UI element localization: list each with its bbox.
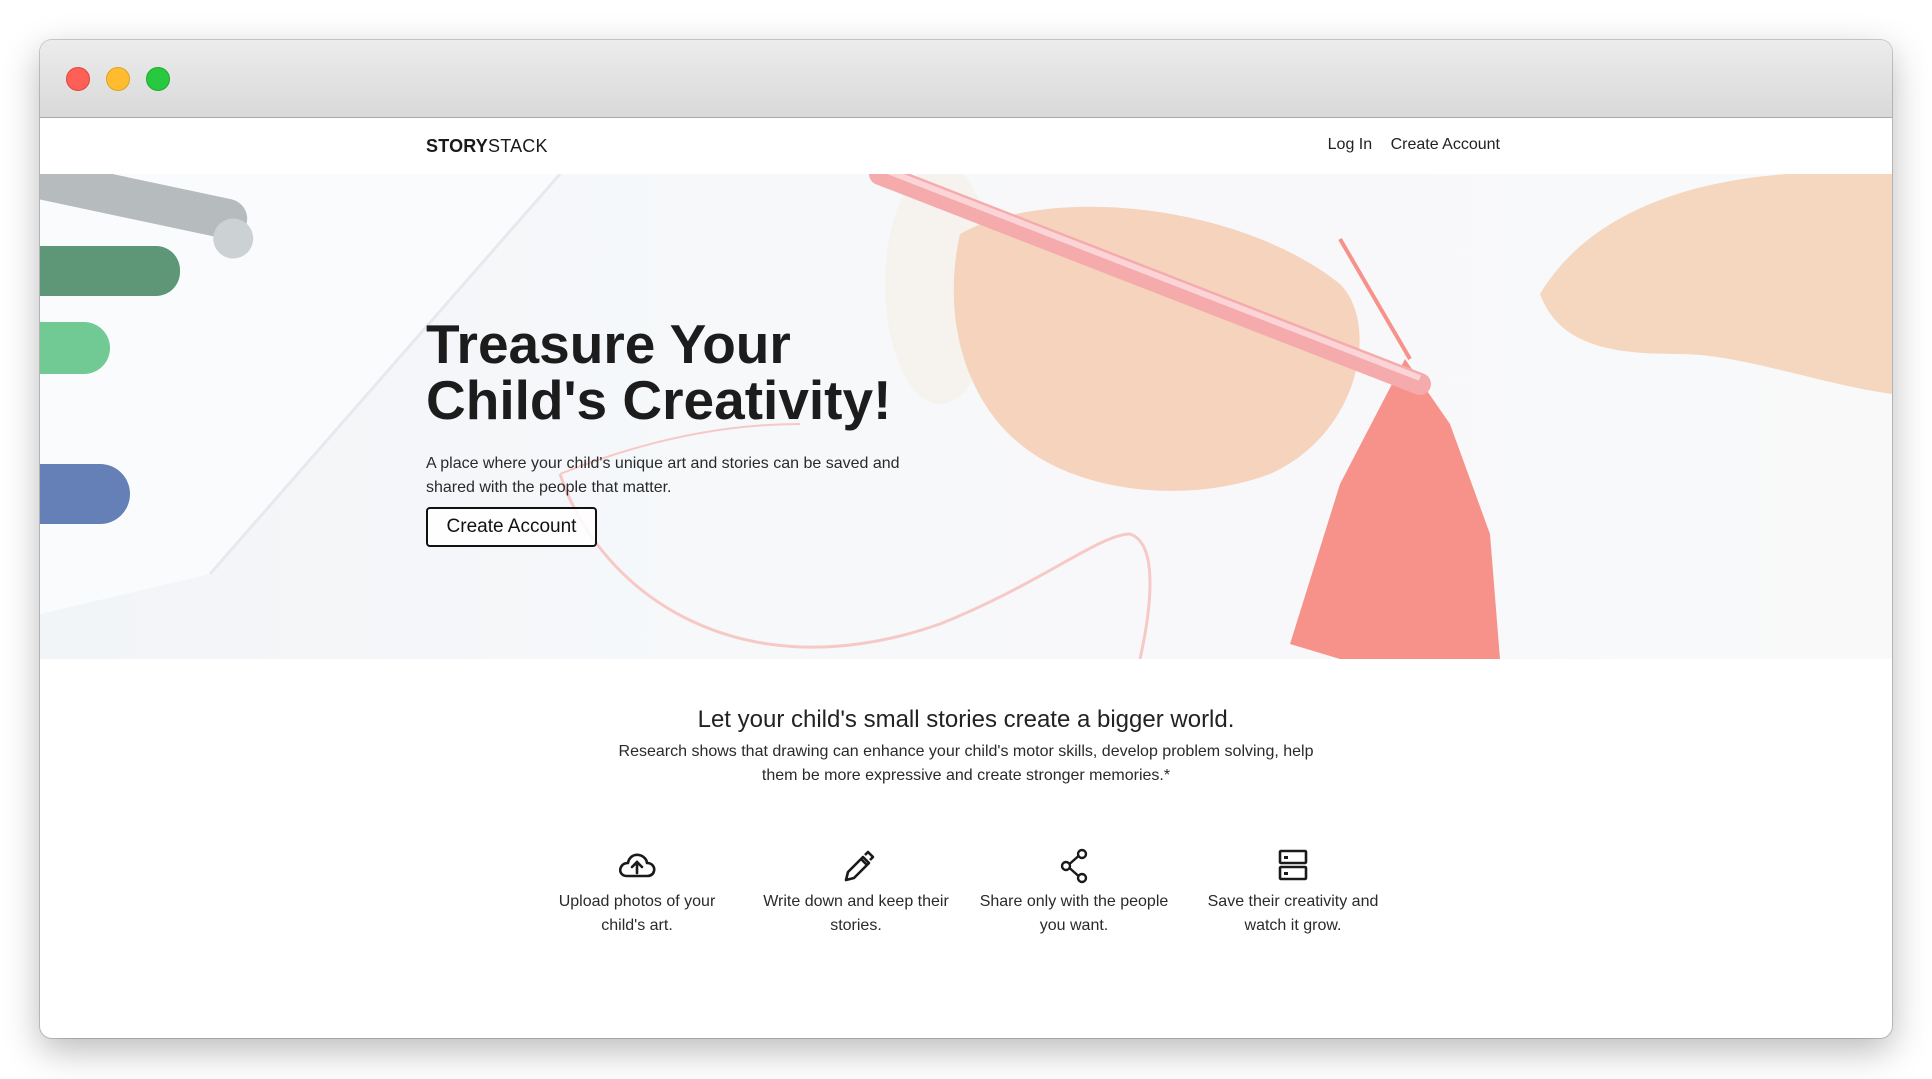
feature-share-text: Share only with the people you want. — [979, 893, 1169, 934]
navbar: STORYSTACK Log In Create Account — [40, 118, 1892, 174]
cloud-upload-icon — [618, 853, 656, 878]
close-window-button[interactable] — [66, 67, 90, 91]
brand-logo-bold: STORY — [426, 136, 489, 156]
feature-upload-text: Upload photos of your child's art. — [558, 893, 716, 934]
storage-icon — [1278, 849, 1308, 881]
section-tagline: Let your child's small stories create a … — [697, 706, 1235, 733]
section-description: Research shows that drawing can enhance … — [618, 743, 1314, 784]
browser-window: STORYSTACK Log In Create Account Treasur… — [40, 40, 1892, 1038]
feature-write: Write down and keep their stories. — [756, 848, 956, 938]
nav-links: Log In Create Account — [1314, 136, 1500, 154]
feature-share: Share only with the people you want. — [974, 848, 1174, 938]
create-account-button[interactable]: Create Account — [426, 507, 597, 547]
feature-upload: Upload photos of your child's art. — [537, 848, 737, 938]
pencil-icon — [844, 850, 875, 882]
hero-title: Treasure Your Child's Creativity! — [426, 313, 892, 431]
create-account-link[interactable]: Create Account — [1391, 136, 1500, 153]
feature-write-text: Write down and keep their stories. — [763, 893, 949, 934]
minimize-window-button[interactable] — [106, 67, 130, 91]
feature-save-text: Save their creativity and watch it grow. — [1207, 893, 1379, 934]
login-link[interactable]: Log In — [1328, 136, 1372, 153]
zoom-window-button[interactable] — [146, 67, 170, 91]
share-icon — [1060, 848, 1088, 884]
brand-logo-regular: STACK — [488, 136, 548, 156]
features-row: Upload photos of your child's art. Write… — [40, 848, 1892, 948]
hero-section: Treasure Your Child's Creativity! A plac… — [40, 174, 1892, 659]
hero-subtitle: A place where your child's unique art an… — [426, 455, 900, 496]
feature-save: Save their creativity and watch it grow. — [1193, 848, 1393, 938]
window-titlebar — [40, 40, 1892, 118]
brand-logo[interactable]: STORYSTACK — [426, 136, 548, 157]
hero-overlay — [40, 174, 1892, 659]
